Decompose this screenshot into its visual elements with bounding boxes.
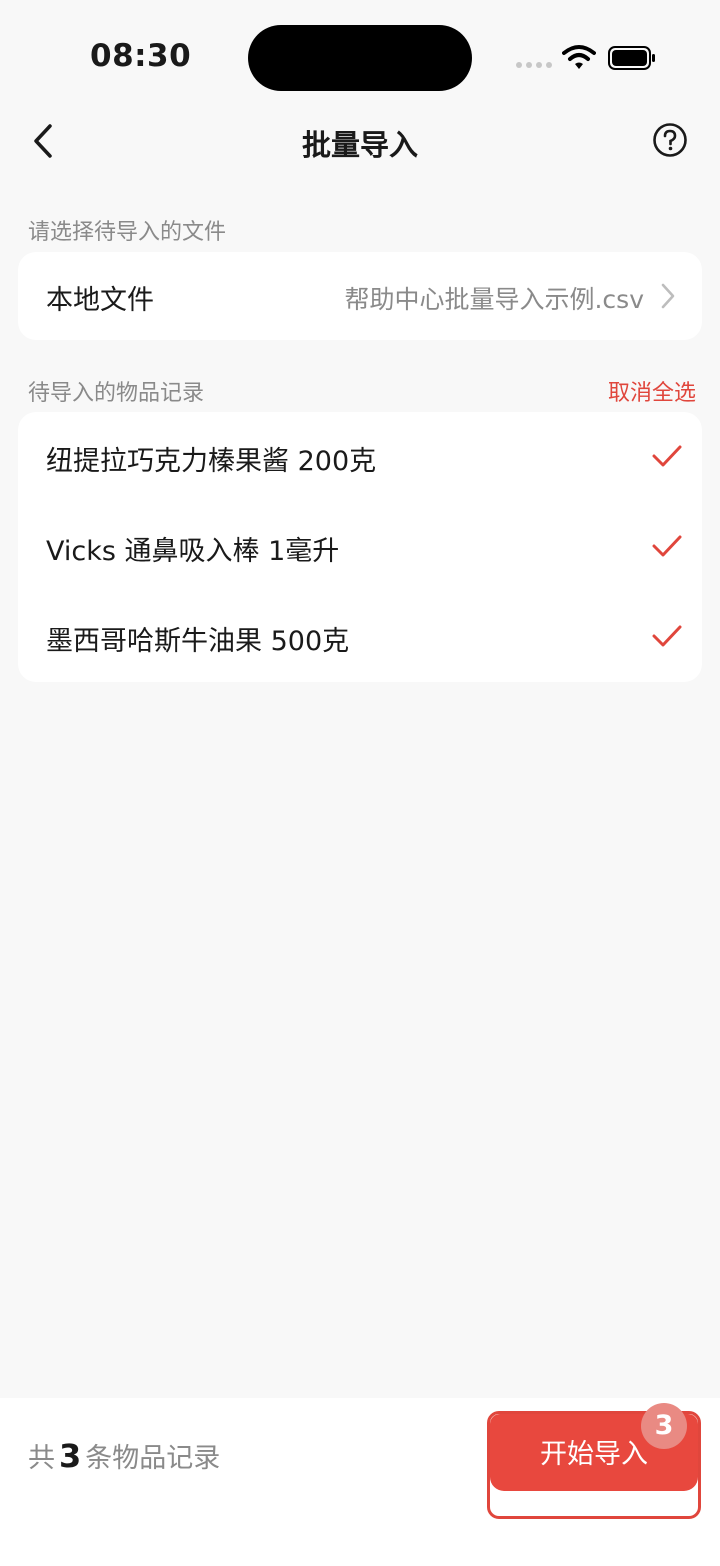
- record-summary: 共 3 条物品记录: [28, 1436, 220, 1475]
- item-name: 纽提拉巧克力榛果酱 200克: [46, 446, 377, 477]
- help-icon[interactable]: [652, 122, 688, 158]
- items-section-label: 待导入的物品记录: [28, 381, 205, 406]
- check-icon: [652, 535, 682, 557]
- page-title: 批量导入: [301, 128, 418, 162]
- items-list: 纽提拉巧克力榛果酱 200克 Vicks 通鼻吸入棒 1毫升 墨西哥哈斯牛油果 …: [18, 412, 702, 682]
- item-name: Vicks 通鼻吸入棒 1毫升: [46, 536, 340, 567]
- dynamic-island: [248, 25, 472, 91]
- count-badge: 3: [641, 1403, 687, 1449]
- local-file-row[interactable]: 本地文件 帮助中心批量导入示例.csv: [18, 252, 702, 340]
- list-item[interactable]: 纽提拉巧克力榛果酱 200克: [18, 412, 702, 502]
- battery-icon: [608, 46, 655, 70]
- check-icon: [652, 625, 682, 647]
- check-icon: [652, 445, 682, 467]
- summary-prefix: 共: [28, 1443, 55, 1474]
- chevron-right-icon: [661, 283, 675, 309]
- status-bar: 08:30: [0, 0, 720, 110]
- deselect-all-button[interactable]: 取消全选: [608, 375, 696, 407]
- item-name: 墨西哥哈斯牛油果 500克: [46, 626, 350, 657]
- bottom-bar: 共 3 条物品记录 开始导入: [0, 1398, 720, 1566]
- record-count: 3: [59, 1437, 82, 1475]
- navigation-bar: 批量导入: [0, 110, 720, 172]
- local-file-label: 本地文件: [46, 285, 154, 316]
- wifi-icon: [562, 45, 596, 69]
- signal-dots-icon: [516, 62, 552, 68]
- selected-file-name: 帮助中心批量导入示例.csv: [344, 285, 644, 314]
- list-item[interactable]: 墨西哥哈斯牛油果 500克: [18, 592, 702, 682]
- list-item[interactable]: Vicks 通鼻吸入棒 1毫升: [18, 502, 702, 592]
- summary-suffix: 条物品记录: [85, 1443, 221, 1474]
- file-section-label: 请选择待导入的文件: [28, 220, 227, 245]
- status-time: 08:30: [90, 38, 192, 74]
